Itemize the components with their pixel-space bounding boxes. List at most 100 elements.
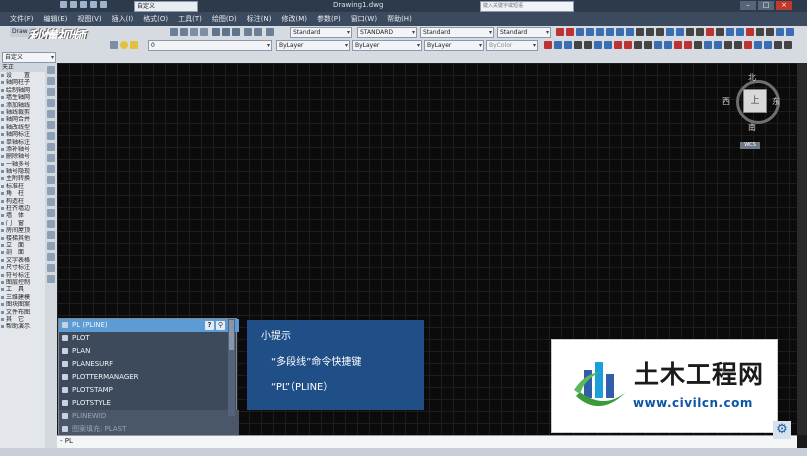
autocomplete-item[interactable]: PLAN <box>59 345 239 358</box>
ellipse-tool-icon[interactable] <box>47 165 55 173</box>
panel-item[interactable]: 轴网合并 <box>0 116 45 123</box>
close-button[interactable]: × <box>776 1 792 10</box>
multileader-style-select[interactable]: Standard <box>497 27 551 38</box>
gear-icon[interactable]: ⚙ <box>773 421 791 439</box>
zoom-icon[interactable] <box>180 28 188 36</box>
layer-manager-icon[interactable] <box>110 41 118 49</box>
maximize-button[interactable]: □ <box>758 1 774 10</box>
menu-view[interactable]: 视图(V) <box>77 14 101 24</box>
spline-icon[interactable] <box>774 41 782 49</box>
leader-icon[interactable] <box>726 28 734 36</box>
compass-north[interactable]: 北 <box>748 72 756 83</box>
panel-item[interactable]: 文字表格 <box>0 257 45 264</box>
point-icon[interactable] <box>764 41 772 49</box>
redo-icon[interactable] <box>100 1 107 8</box>
new-icon[interactable] <box>60 1 67 8</box>
angular-icon[interactable] <box>626 28 634 36</box>
panel-item[interactable]: 墙生轴网 <box>0 94 45 101</box>
menu-window[interactable]: 窗口(W) <box>351 14 377 24</box>
diameter-icon[interactable] <box>616 28 624 36</box>
insert-tool-icon[interactable] <box>47 187 55 195</box>
join-icon[interactable] <box>664 41 672 49</box>
panel-item[interactable]: 轴线裁剪 <box>0 109 45 116</box>
panel-item[interactable]: 剖 面 <box>0 249 45 256</box>
calculator-icon[interactable] <box>244 28 252 36</box>
copy-icon[interactable] <box>554 41 562 49</box>
menu-file[interactable]: 文件(F) <box>10 14 34 24</box>
fillet-icon[interactable] <box>684 41 692 49</box>
region-icon[interactable] <box>724 41 732 49</box>
panel-item[interactable]: 单轴标注 <box>0 139 45 146</box>
linetype-select[interactable]: ByLayer <box>352 40 422 51</box>
save-icon[interactable] <box>80 1 87 8</box>
arc-length-icon[interactable] <box>576 28 584 36</box>
menu-modify[interactable]: 修改(M) <box>281 14 307 24</box>
workspace-select[interactable]: 自定义 <box>134 1 198 12</box>
mtext-tool-icon[interactable] <box>47 264 55 272</box>
panel-item[interactable]: 墙 体 <box>0 212 45 219</box>
hatch-icon[interactable] <box>704 41 712 49</box>
panel-item[interactable]: 主附转换 <box>0 175 45 182</box>
quick-dim-icon[interactable] <box>636 28 644 36</box>
dim-style-icon[interactable] <box>716 28 724 36</box>
layer-freeze-icon[interactable] <box>130 41 138 49</box>
ellipse-icon[interactable] <box>784 41 792 49</box>
move-icon[interactable] <box>594 41 602 49</box>
panel-item[interactable]: 添加轴线 <box>0 102 45 109</box>
erase-icon[interactable] <box>544 41 552 49</box>
xline-tool-icon[interactable] <box>47 77 55 85</box>
revcloud-tool-icon[interactable] <box>47 143 55 151</box>
open-icon[interactable] <box>70 1 77 8</box>
panel-item[interactable]: 门 窗 <box>0 220 45 227</box>
menu-format[interactable]: 格式(O) <box>143 14 168 24</box>
scale-icon[interactable] <box>614 41 622 49</box>
autocomplete-item[interactable]: PLANESURF <box>59 358 239 371</box>
extend-icon[interactable] <box>644 41 652 49</box>
dim-style-select[interactable]: STANDARD <box>357 27 417 38</box>
arc-tool-icon[interactable] <box>47 121 55 129</box>
wcs-menu[interactable]: WCS <box>740 142 760 149</box>
compass-east[interactable]: 东 <box>772 96 780 107</box>
construction-line-icon[interactable] <box>756 28 764 36</box>
rectangle-tool-icon[interactable] <box>47 110 55 118</box>
panel-item[interactable]: 文件布图 <box>0 309 45 316</box>
help-icon[interactable] <box>266 28 274 36</box>
search-input[interactable]: 键入关键字或短语 <box>480 1 574 12</box>
ellipse-arc-tool-icon[interactable] <box>47 176 55 184</box>
panel-item[interactable]: 删除轴号 <box>0 153 45 160</box>
panel-item[interactable]: 添补轴号 <box>0 146 45 153</box>
aligned-dim-icon[interactable] <box>566 28 574 36</box>
menu-parametric[interactable]: 参数(P) <box>317 14 341 24</box>
panel-item[interactable]: 尺寸标注 <box>0 264 45 271</box>
menu-draw[interactable]: 绘图(D) <box>212 14 237 24</box>
panel-item[interactable]: 标准柱 <box>0 183 45 190</box>
block-tool-icon[interactable] <box>47 198 55 206</box>
panel-item[interactable]: 立 面 <box>0 242 45 249</box>
insert-block-icon[interactable] <box>754 41 762 49</box>
panel-item[interactable]: 图层控制 <box>0 279 45 286</box>
panel-item[interactable]: 房间屋顶 <box>0 227 45 234</box>
properties-icon[interactable] <box>212 28 220 36</box>
rectangle-icon[interactable] <box>786 28 794 36</box>
panel-item[interactable]: 一轴多号 <box>0 161 45 168</box>
color-select[interactable]: ByLayer <box>276 40 350 51</box>
autocomplete-item[interactable]: PLINEWID <box>59 410 239 423</box>
block-icon[interactable] <box>744 41 752 49</box>
ordinate-icon[interactable] <box>586 28 594 36</box>
hatch-tool-icon[interactable] <box>47 220 55 228</box>
center-mark-icon[interactable] <box>676 28 684 36</box>
autocomplete-item[interactable]: PLOTSTAMP <box>59 384 239 397</box>
pan-icon[interactable] <box>170 28 178 36</box>
jogged-icon[interactable] <box>606 28 614 36</box>
explode-icon[interactable] <box>694 41 702 49</box>
panel-item[interactable]: 工 具 <box>0 286 45 293</box>
mtext-icon[interactable] <box>736 28 744 36</box>
compass-west[interactable]: 西 <box>722 96 730 107</box>
viewcube-top-face[interactable]: 上 <box>743 89 767 113</box>
vertical-scrollbar[interactable] <box>797 63 807 435</box>
markup-icon[interactable] <box>254 28 262 36</box>
design-center-icon[interactable] <box>222 28 230 36</box>
panel-item[interactable]: 绘制轴网 <box>0 87 45 94</box>
autocomplete-item[interactable]: PLOTTERMANAGER <box>59 371 239 384</box>
autocomplete-scrollbar[interactable] <box>228 319 235 416</box>
